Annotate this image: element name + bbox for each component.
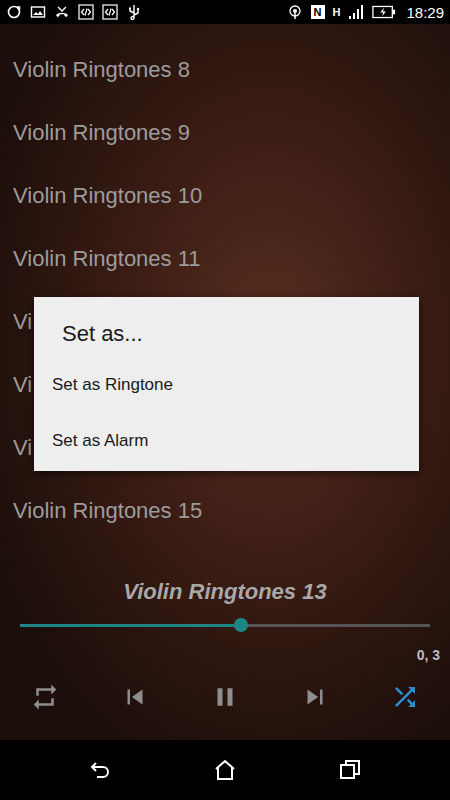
now-playing-title: Violin Ringtones 13 bbox=[0, 574, 450, 610]
recents-icon[interactable] bbox=[338, 758, 362, 782]
missed-call-icon bbox=[54, 4, 70, 20]
seek-bar[interactable] bbox=[20, 624, 430, 627]
nfc-indicator: N bbox=[311, 5, 325, 19]
phone-screen: N H 18:29 Violin Ringtones 8Violin Ringt… bbox=[0, 0, 450, 800]
hotspot-icon bbox=[287, 4, 303, 20]
clock: 18:29 bbox=[406, 4, 444, 21]
ringtone-item[interactable]: Violin Ringtones 15 bbox=[0, 479, 450, 542]
ringtone-item[interactable]: Violin Ringtones 11 bbox=[0, 227, 450, 290]
seek-thumb[interactable] bbox=[234, 618, 248, 632]
pause-icon[interactable] bbox=[210, 682, 240, 712]
back-icon[interactable] bbox=[88, 758, 112, 782]
battery-icon bbox=[372, 5, 396, 19]
code-icon bbox=[102, 4, 118, 20]
dialog-option[interactable]: Set as Alarm bbox=[34, 413, 419, 469]
next-icon[interactable] bbox=[300, 682, 330, 712]
code-icon bbox=[78, 4, 94, 20]
repeat-icon[interactable] bbox=[30, 682, 60, 712]
player: Violin Ringtones 13 0, 3 bbox=[0, 574, 450, 740]
elapsed-time: 0, 3 bbox=[417, 647, 440, 663]
signal-icon bbox=[348, 4, 364, 20]
player-controls bbox=[0, 670, 450, 724]
status-bar: N H 18:29 bbox=[0, 0, 450, 24]
shuffle-icon[interactable] bbox=[390, 682, 420, 712]
sync-icon bbox=[6, 4, 22, 20]
ringtone-item[interactable]: Violin Ringtones 10 bbox=[0, 164, 450, 227]
image-icon bbox=[30, 4, 46, 20]
home-icon[interactable] bbox=[213, 758, 237, 782]
app-content: Violin Ringtones 8Violin Ringtones 9Viol… bbox=[0, 24, 450, 740]
set-as-dialog: Set as... Set as RingtoneSet as Alarm bbox=[34, 297, 419, 471]
network-type: H bbox=[333, 6, 341, 18]
dialog-option[interactable]: Set as Ringtone bbox=[34, 357, 419, 413]
dialog-title: Set as... bbox=[34, 297, 419, 357]
ringtone-item[interactable]: Violin Ringtones 9 bbox=[0, 101, 450, 164]
navigation-bar bbox=[0, 740, 450, 800]
ringtone-item[interactable]: Violin Ringtones 8 bbox=[0, 38, 450, 101]
previous-icon[interactable] bbox=[120, 682, 150, 712]
usb-icon bbox=[126, 4, 142, 20]
